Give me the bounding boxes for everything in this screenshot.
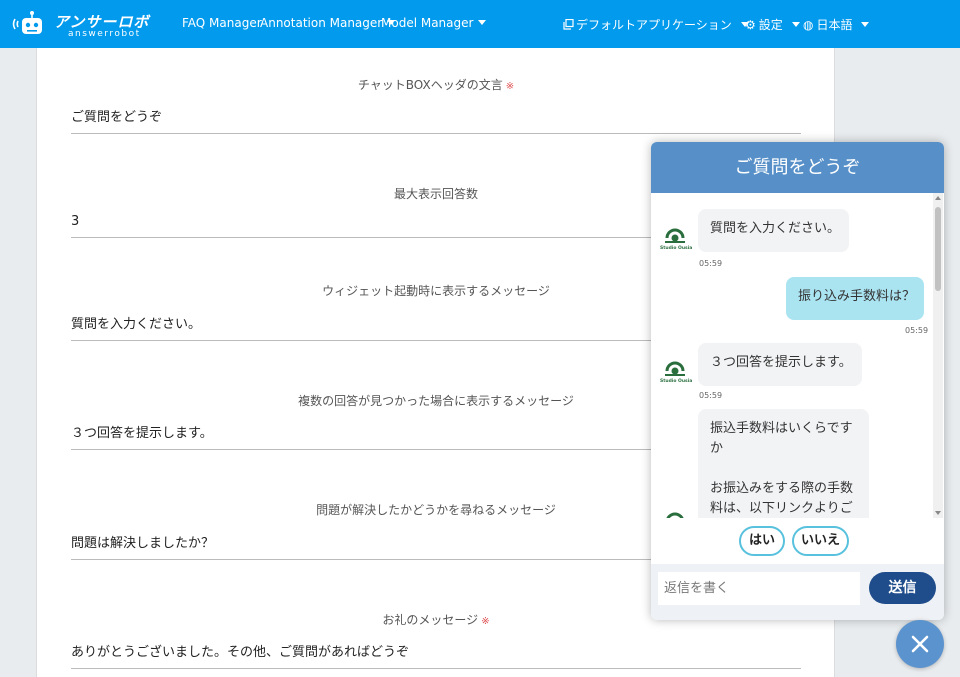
chat-widget: ご質問をどうぞ Studio Ousia 質問を入力ください。 05:59 振り… [651, 142, 944, 620]
bot-avatar: Studio Ousia [660, 359, 693, 385]
robot-logo-icon [12, 11, 42, 34]
close-icon [911, 635, 929, 653]
bot-name-caption: Studio Ousia [660, 246, 693, 251]
logo-subtitle: answerrobot [68, 29, 141, 39]
scroll-down-arrow-icon[interactable] [935, 511, 941, 515]
choice-no-button[interactable]: いいえ [792, 526, 849, 556]
message-time: 05:59 [699, 259, 723, 268]
answer-line: 料は、以下リンクよりご [710, 501, 853, 517]
nav-settings-label: 設定 [758, 18, 783, 32]
user-message: 振り込み手数料は？ [786, 277, 924, 320]
bot-message: 質問を入力ください。 [698, 209, 849, 252]
nav-model-manager[interactable]: Model Manager [381, 16, 486, 30]
bot-answer-message: 振込手数料はいくらです か お振込みをする際の手数 料は、以下リンクよりご [698, 409, 869, 518]
thanks-message-input[interactable]: ありがとうございました。その他、ご質問があればどうぞ [71, 641, 801, 669]
message-time: 05:59 [699, 391, 723, 400]
answer-line: か [710, 441, 724, 457]
gear-icon: ⚙ [745, 18, 756, 32]
bot-name-caption: Studio Ousia [660, 379, 693, 384]
required-mark: ※ [505, 81, 515, 92]
bot-message: ３つ回答を提示します。 [698, 343, 862, 386]
scroll-thumb[interactable] [935, 207, 941, 291]
send-button[interactable]: 送信 [869, 572, 936, 604]
field-label-text: お礼のメッセージ [382, 613, 479, 627]
copy-icon [563, 18, 574, 30]
reply-input[interactable] [658, 572, 860, 605]
bot-avatar: Studio Ousia [660, 226, 693, 252]
field-chatbox-header-text: チャットBOXヘッダの文言 ※ ご質問をどうぞ [71, 76, 801, 134]
answer-line: 振込手数料はいくらです [710, 421, 853, 436]
bot-logo-icon [665, 228, 685, 243]
chat-message-list[interactable]: Studio Ousia 質問を入力ください。 05:59 振り込み手数料は？ … [651, 193, 944, 518]
required-mark: ※ [481, 616, 490, 627]
chatbox-header-text-input[interactable]: ご質問をどうぞ [71, 106, 801, 134]
chat-header-title: ご質問をどうぞ [651, 142, 944, 193]
answer-gap [710, 459, 857, 479]
scroll-up-arrow-icon[interactable] [935, 196, 941, 200]
bot-logo-icon [665, 361, 685, 376]
choice-yes-button[interactable]: はい [739, 526, 785, 556]
globe-icon: ◍ [803, 18, 814, 32]
chat-footer: 送信 [651, 564, 944, 620]
nav-annotation-manager[interactable]: Annotation Manager [260, 16, 395, 30]
nav-settings[interactable]: ⚙ 設定 [745, 16, 800, 33]
chat-scrollbar[interactable] [933, 193, 943, 518]
nav-faq-manager[interactable]: FAQ Manager [182, 16, 262, 30]
answer-line: お振込みをする際の手数 [710, 481, 854, 497]
nav-language[interactable]: ◍ 日本語 [803, 16, 869, 33]
field-label-text: チャットBOXヘッダの文言 [357, 78, 503, 92]
top-navbar: アンサーロボ answerrobot FAQ Manager Annotatio… [0, 0, 960, 48]
message-time: 05:59 [905, 326, 929, 335]
bot-logo-icon [666, 512, 684, 518]
nav-annotation-manager-label: Annotation Manager [260, 16, 383, 30]
nav-default-app[interactable]: デフォルトアプリケーション [563, 16, 749, 33]
nav-model-manager-label: Model Manager [381, 16, 474, 30]
bot-avatar [660, 510, 690, 518]
app-logo[interactable]: アンサーロボ answerrobot [12, 8, 148, 40]
chat-close-button[interactable] [896, 620, 944, 668]
field-label: チャットBOXヘッダの文言 ※ [71, 76, 801, 93]
nav-default-app-label: デフォルトアプリケーション [576, 18, 732, 32]
nav-language-label: 日本語 [816, 18, 853, 32]
